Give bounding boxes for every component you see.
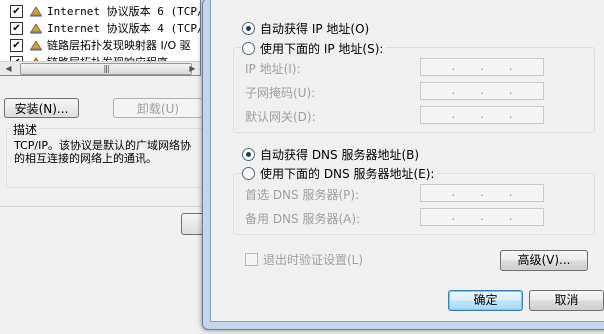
scroll-right-arrow-icon[interactable]: ▶ xyxy=(186,63,199,74)
checkbox-ipv4[interactable]: ✔ xyxy=(10,21,23,35)
validate-on-exit-label: 退出时验证设置(L) xyxy=(263,253,364,267)
horizontal-scrollbar[interactable]: ◀ ||| ▶ xyxy=(0,61,200,75)
manual-ip-label: 使用下面的 IP 地址(S): xyxy=(260,42,384,56)
alternate-dns-label: 备用 DNS 服务器(A): xyxy=(245,212,361,226)
default-gateway-label: 默认网关(D): xyxy=(245,110,316,124)
validate-on-exit-option[interactable]: 退出时验证设置(L) xyxy=(245,251,363,268)
description-group: 描述 TCP/IP。该协议是默认的广域网络协 的相互连接的网络上的通讯。 xyxy=(6,121,215,188)
network-protocol-icon xyxy=(30,23,42,34)
ip-dot: . xyxy=(478,85,485,97)
checkbox-lltd-mapper[interactable]: ✔ xyxy=(10,38,23,52)
subnet-mask-label: 子网掩码(U): xyxy=(245,86,316,100)
ipv4-properties-dialog: 自动获得 IP 地址(O) 使用下面的 IP 地址(S): IP 地址(I): … xyxy=(202,0,604,330)
ip-dot: . xyxy=(478,187,485,199)
local-area-connection-properties-window: ✔ Internet 协议版本 6 (TCP/I ✔ Internet 协议版本… xyxy=(0,0,215,334)
list-item-label: Internet 协议版本 6 (TCP/I xyxy=(47,5,201,18)
preferred-dns-input[interactable]: . . . xyxy=(420,184,544,202)
advanced-button[interactable]: 高级(V)... xyxy=(500,250,588,271)
ip-address-input[interactable]: . . . xyxy=(420,58,544,76)
dialog-client-area: 自动获得 IP 地址(O) 使用下面的 IP 地址(S): IP 地址(I): … xyxy=(210,0,604,322)
ip-dot: . xyxy=(450,187,457,199)
ip-dot: . xyxy=(478,211,485,223)
list-item-label: Internet 协议版本 4 (TCP/I xyxy=(47,22,201,35)
ip-dot: . xyxy=(507,61,514,73)
network-protocol-icon xyxy=(30,40,42,51)
manual-dns-radio-option[interactable]: 使用下面的 DNS 服务器地址(E): xyxy=(242,165,438,182)
ok-button[interactable]: 确定 xyxy=(448,290,523,311)
ip-dot: . xyxy=(507,187,514,199)
component-list[interactable]: ✔ Internet 协议版本 6 (TCP/I ✔ Internet 协议版本… xyxy=(0,0,201,76)
list-item-ipv6[interactable]: ✔ Internet 协议版本 6 (TCP/I xyxy=(10,3,201,19)
uninstall-button[interactable]: 卸载(U) xyxy=(113,98,203,118)
ip-dot: . xyxy=(450,109,457,121)
auto-ip-radio-option[interactable]: 自动获得 IP 地址(O) xyxy=(242,20,369,37)
cancel-button[interactable]: 取消 xyxy=(529,290,604,311)
description-line: 的相互连接的网络上的通讯。 xyxy=(14,152,157,165)
auto-dns-label: 自动获得 DNS 服务器地址(B) xyxy=(260,148,420,162)
scroll-left-arrow-icon[interactable]: ◀ xyxy=(2,63,15,74)
ip-dot: . xyxy=(478,61,485,73)
description-legend: 描述 xyxy=(11,121,40,138)
install-button[interactable]: 安装(N)... xyxy=(4,98,79,118)
network-protocol-icon xyxy=(30,6,42,17)
alternate-dns-input[interactable]: . . . xyxy=(420,208,544,226)
list-item-ipv4[interactable]: ✔ Internet 协议版本 4 (TCP/I xyxy=(10,20,201,36)
divider xyxy=(0,206,215,207)
auto-ip-label: 自动获得 IP 地址(O) xyxy=(260,22,370,36)
manual-dns-label: 使用下面的 DNS 服务器地址(E): xyxy=(260,167,435,181)
manual-ip-radio[interactable] xyxy=(242,42,255,55)
validate-on-exit-checkbox[interactable] xyxy=(245,253,258,266)
auto-dns-radio[interactable] xyxy=(242,148,255,161)
checkbox-ipv6[interactable]: ✔ xyxy=(10,4,23,18)
default-gateway-input[interactable]: . . . xyxy=(420,106,544,124)
subnet-mask-input[interactable]: . . . xyxy=(420,82,544,100)
scrollbar-thumb[interactable]: ||| xyxy=(20,63,192,75)
ip-dot: . xyxy=(478,109,485,121)
ip-dot: . xyxy=(507,211,514,223)
ip-dot: . xyxy=(507,109,514,121)
ip-dot: . xyxy=(450,61,457,73)
preferred-dns-label: 首选 DNS 服务器(P): xyxy=(245,188,360,202)
ip-dot: . xyxy=(450,211,457,223)
description-line: TCP/IP。该协议是默认的广域网络协 xyxy=(14,139,191,152)
description-text: TCP/IP。该协议是默认的广域网络协 的相互连接的网络上的通讯。 xyxy=(14,139,191,165)
auto-ip-radio[interactable] xyxy=(242,22,255,35)
ip-address-label: IP 地址(I): xyxy=(245,62,301,76)
ip-dot: . xyxy=(450,85,457,97)
auto-dns-radio-option[interactable]: 自动获得 DNS 服务器地址(B) xyxy=(242,146,419,163)
manual-ip-radio-option[interactable]: 使用下面的 IP 地址(S): xyxy=(242,40,387,57)
list-item-lltd-mapper[interactable]: ✔ 链路层拓扑发现映射器 I/O 驱 xyxy=(10,37,191,53)
manual-dns-radio[interactable] xyxy=(242,167,255,180)
ip-dot: . xyxy=(507,85,514,97)
list-item-label: 链路层拓扑发现映射器 I/O 驱 xyxy=(47,39,191,52)
